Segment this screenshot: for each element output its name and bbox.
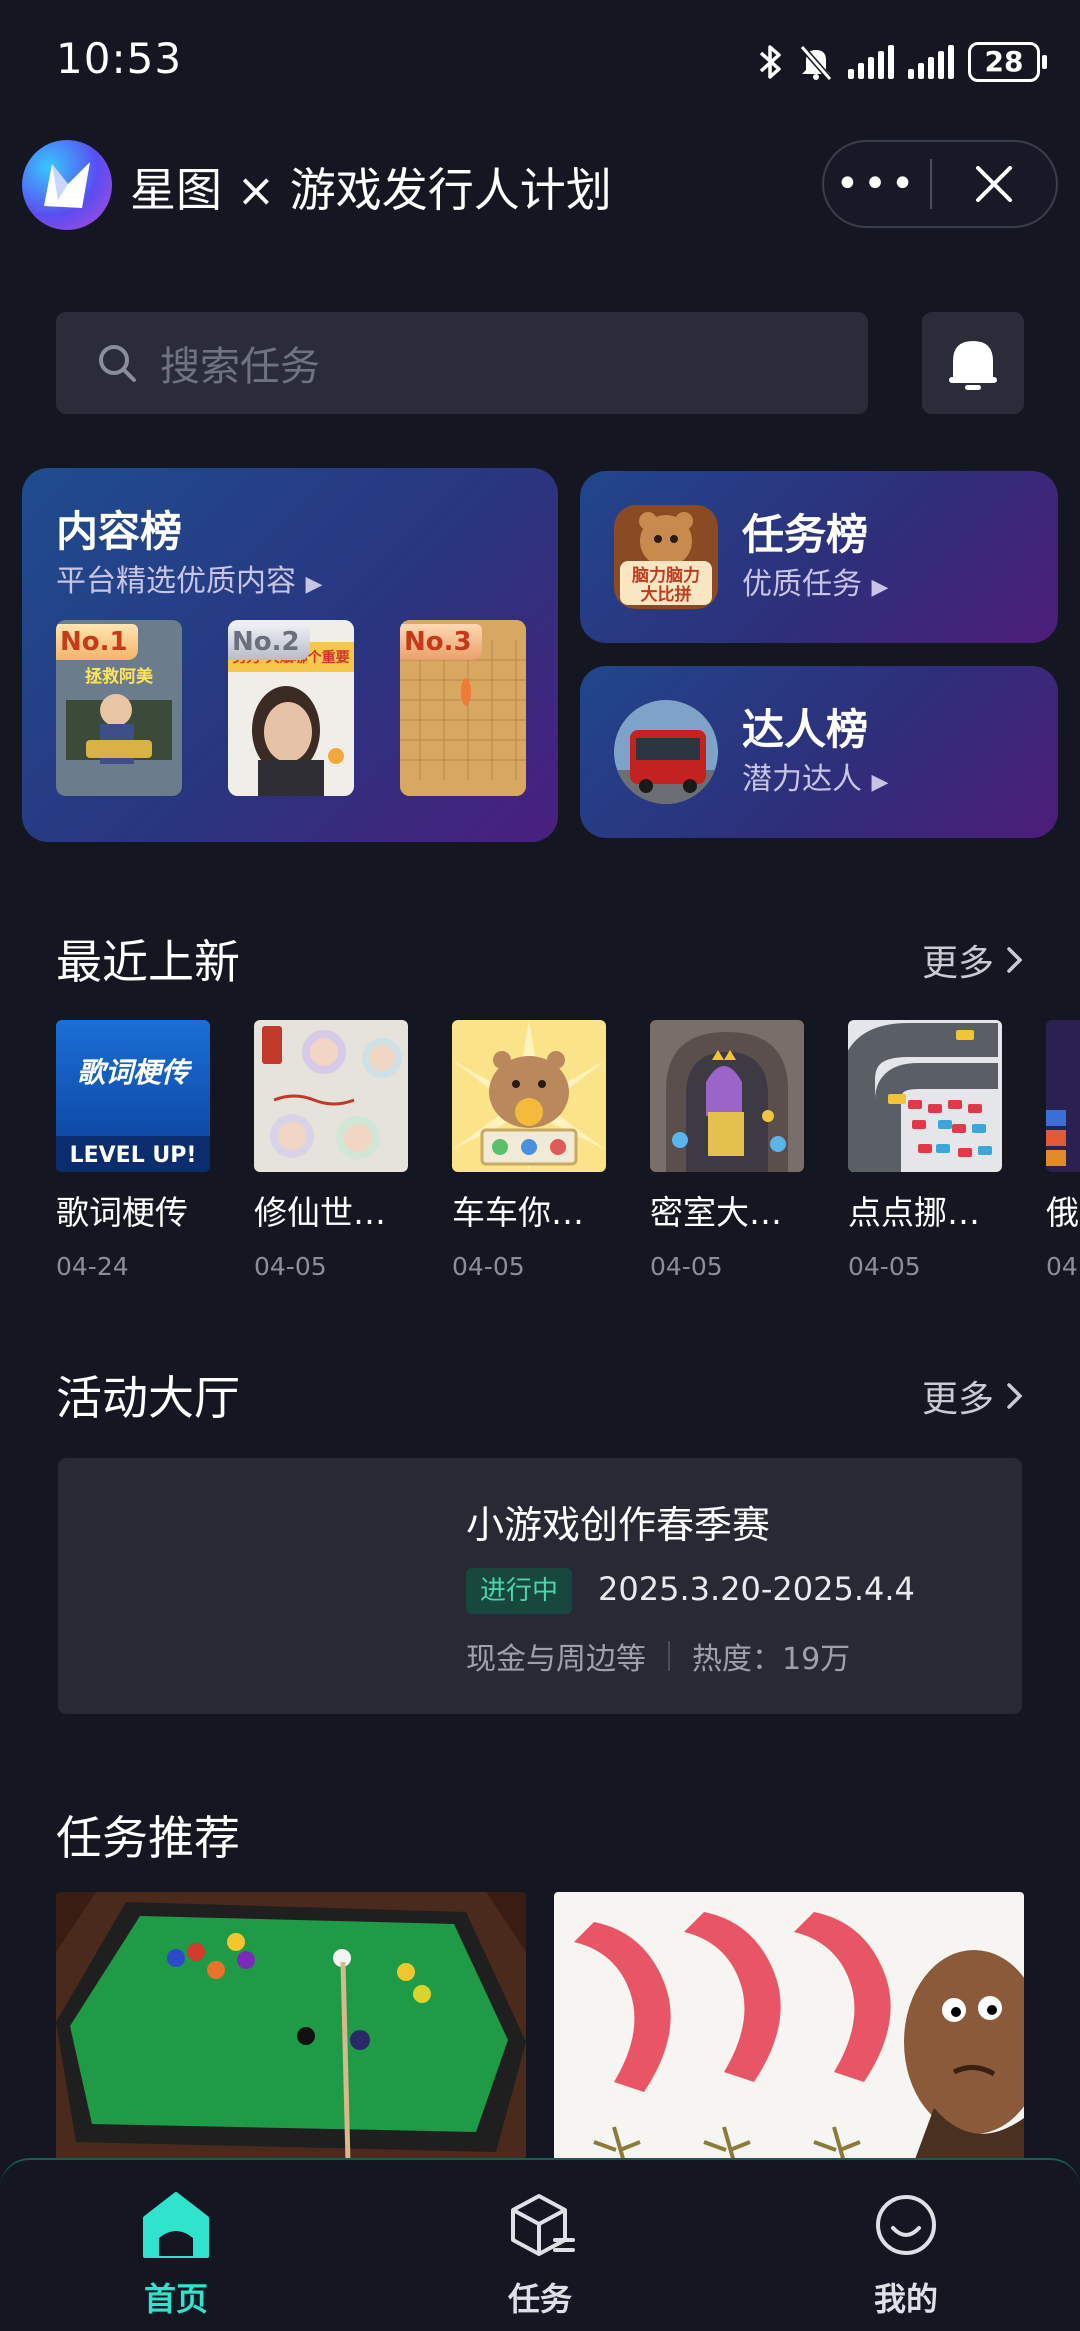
more-button[interactable]: •••	[824, 140, 930, 228]
bell-icon	[949, 341, 997, 390]
game-date: 04-05	[848, 1252, 921, 1280]
game-cover	[848, 1020, 1002, 1172]
svg-text:LEVEL UP!: LEVEL UP!	[70, 1143, 197, 1168]
game-item[interactable]: 修仙世… 04-05	[254, 1020, 408, 1280]
svg-text:拯救阿美: 拯救阿美	[85, 666, 154, 687]
rank-badge: No.2	[228, 624, 310, 660]
status-badge: 进行中	[466, 1568, 573, 1614]
activity-period: 2025.3.20-2025.4.4	[598, 1570, 915, 1608]
notification-button[interactable]	[922, 312, 1024, 414]
app-header: 星图 × 游戏发行人计划 •••	[0, 130, 1080, 240]
activity-name: 小游戏创作春季赛	[466, 1503, 771, 1547]
game-date: 04-05	[452, 1252, 525, 1280]
tab-label: 首页	[143, 2280, 208, 2318]
task-box-icon	[511, 2194, 575, 2256]
signal-icon	[908, 45, 954, 79]
mini-program-capsule: •••	[822, 140, 1058, 228]
game-cover	[1046, 1020, 1080, 1172]
task-ranking-title: 任务榜	[742, 510, 869, 559]
profile-icon	[876, 2195, 936, 2255]
content-ranking-card[interactable]: 内容榜 平台精选优质内容 ▶ 拯救阿美 No.1 努力·天赋哪个重要 No.2	[22, 468, 558, 842]
svg-text:大比拼: 大比拼	[641, 584, 692, 605]
talent-ranking-card[interactable]: 达人榜 潜力达人 ▶	[580, 666, 1058, 838]
activity-heat: 热度：19万	[692, 1642, 851, 1677]
caret-right-icon: ▶	[871, 575, 889, 600]
rank-badge: No.3	[400, 624, 482, 660]
game-name: 俄	[1046, 1193, 1079, 1232]
game-cover	[254, 1020, 408, 1172]
tab-tasks[interactable]: 任务	[440, 2188, 640, 2320]
talent-ranking-subtitle: 潜力达人 ▶	[742, 762, 889, 797]
activity-meta: 现金与周边等 热度：19万	[466, 1634, 850, 1678]
game-item[interactable]: 车车你… 04-05	[452, 1020, 606, 1280]
status-time: 10:53	[56, 34, 183, 83]
content-thumb-2[interactable]: 努力·天赋哪个重要 No.2	[228, 620, 354, 796]
task-card[interactable]	[56, 1892, 526, 2162]
tab-home[interactable]: 首页	[76, 2188, 276, 2320]
app-title: 星图 × 游戏发行人计划	[130, 163, 612, 217]
caret-right-icon: ▶	[305, 572, 323, 597]
tab-label: 任务	[507, 2280, 572, 2318]
game-cover: 歌词梗传 LEVEL UP!	[56, 1020, 210, 1172]
activity-card[interactable]: 小游戏创作春季赛 进行中 2025.3.20-2025.4.4 现金与周边等 热…	[58, 1458, 1022, 1714]
recent-more-link[interactable]: 更多	[922, 934, 1024, 986]
search-input[interactable]: 搜索任务	[56, 312, 868, 414]
recent-games-list: 歌词梗传 LEVEL UP! 歌词梗传 04-24 修仙世… 04-05 车车你…	[56, 1020, 1080, 1280]
activity-reward: 现金与周边等	[466, 1642, 646, 1677]
game-item[interactable]: 俄 04	[1046, 1020, 1080, 1280]
status-icons: 28	[758, 40, 1047, 84]
content-ranking-subtitle: 平台精选优质内容 ▶	[56, 564, 323, 599]
task-ranking-icon: 脑力脑力 大比拼	[614, 505, 718, 609]
game-date: 04	[1046, 1252, 1078, 1280]
tab-profile[interactable]: 我的	[806, 2188, 1006, 2320]
game-item[interactable]: 密室大… 04-05	[650, 1020, 804, 1280]
task-cover-billiards	[56, 1892, 526, 2162]
bluetooth-icon	[759, 45, 781, 79]
mute-icon	[799, 45, 833, 81]
task-ranking-subtitle: 优质任务 ▶	[742, 567, 889, 602]
activity-section-title: 活动大厅	[56, 1371, 240, 1425]
recent-section-title: 最近上新	[56, 935, 240, 989]
game-cover	[650, 1020, 804, 1172]
game-name: 密室大…	[650, 1193, 782, 1232]
status-bar: 10:53 28	[0, 0, 1080, 120]
game-item[interactable]: 歌词梗传 LEVEL UP! 歌词梗传 04-24	[56, 1020, 210, 1280]
game-date: 04-05	[254, 1252, 327, 1280]
home-icon	[143, 2192, 209, 2258]
game-name: 点点挪…	[848, 1193, 980, 1232]
svg-text:歌词梗传: 歌词梗传	[77, 1056, 193, 1089]
game-date: 04-24	[56, 1252, 129, 1280]
game-name: 车车你…	[452, 1193, 584, 1232]
search-placeholder: 搜索任务	[160, 344, 320, 390]
task-card[interactable]	[554, 1892, 1024, 2162]
search-icon	[99, 345, 136, 382]
game-cover	[452, 1020, 606, 1172]
talent-avatar	[614, 700, 718, 804]
svg-text:脑力脑力: 脑力脑力	[632, 565, 700, 586]
close-icon	[976, 166, 1012, 202]
task-cover-illustration	[554, 1892, 1024, 2162]
content-thumb-1[interactable]: 拯救阿美 No.1	[56, 620, 182, 796]
close-button[interactable]	[932, 164, 1056, 204]
game-item[interactable]: 点点挪… 04-05	[848, 1020, 1002, 1280]
game-name: 歌词梗传	[56, 1193, 188, 1232]
game-name: 修仙世…	[254, 1193, 386, 1232]
content-thumb-3[interactable]: No.3	[400, 620, 526, 796]
chevron-right-icon	[1007, 1383, 1023, 1409]
app-logo	[22, 140, 112, 230]
tab-label: 我的	[873, 2280, 938, 2318]
meta-divider	[668, 1641, 670, 1671]
battery-icon: 28	[968, 42, 1047, 82]
chevron-right-icon	[1007, 947, 1023, 973]
task-recommend-title: 任务推荐	[56, 1811, 240, 1865]
activity-more-link[interactable]: 更多	[922, 1370, 1024, 1422]
signal-icon	[848, 45, 894, 79]
rank-badge: No.1	[56, 624, 138, 660]
bottom-tab-bar: 首页 任务 我的	[0, 2158, 1080, 2331]
task-ranking-card[interactable]: 脑力脑力 大比拼 任务榜 优质任务 ▶	[580, 471, 1058, 643]
game-date: 04-05	[650, 1252, 723, 1280]
content-ranking-title: 内容榜	[56, 507, 183, 556]
caret-right-icon: ▶	[871, 770, 889, 795]
talent-ranking-title: 达人榜	[742, 705, 869, 754]
